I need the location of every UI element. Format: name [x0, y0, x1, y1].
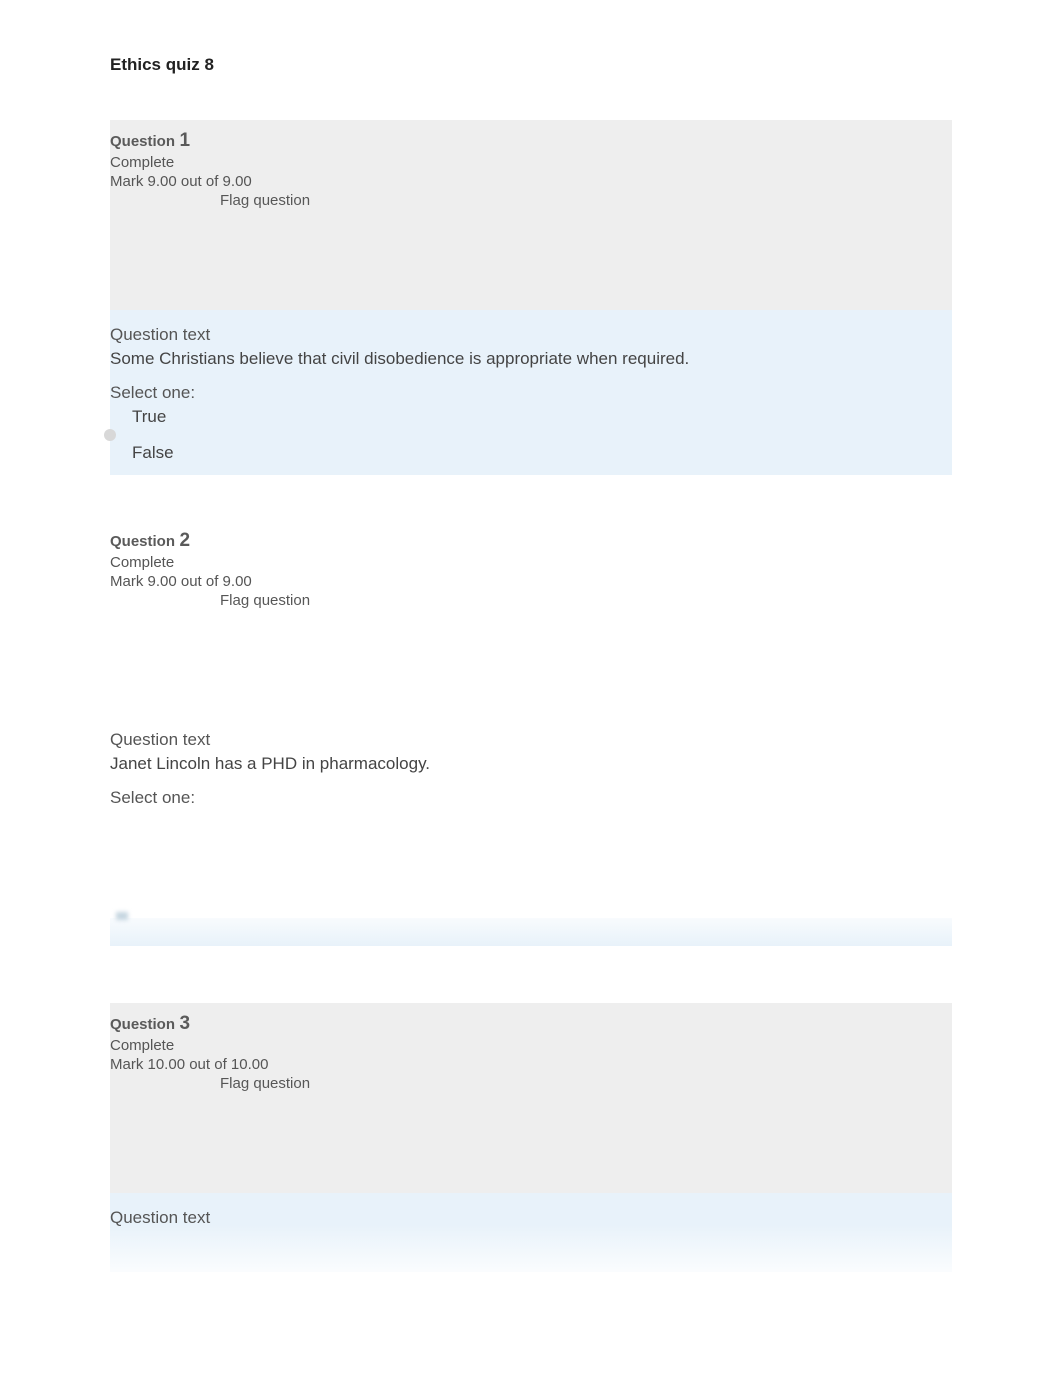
question-mark: Mark 9.00 out of 9.00 [110, 173, 952, 190]
content-blur [110, 1083, 952, 1193]
question-header: Question 3 Complete Mark 10.00 out of 10… [110, 1003, 952, 1193]
question-text-label: Question text [110, 730, 952, 750]
question-body: Question text [110, 1193, 952, 1272]
question-block-1: Question 1 Complete Mark 9.00 out of 9.0… [110, 120, 952, 475]
question-mark: Mark 10.00 out of 10.00 [110, 1056, 952, 1073]
question-header: Question 1 Complete Mark 9.00 out of 9.0… [110, 120, 952, 310]
page-title: Ethics quiz 8 [110, 55, 952, 75]
content-blur [110, 200, 952, 310]
option-true[interactable]: True [110, 407, 952, 427]
question-prompt: Janet Lincoln has a PHD in pharmacology. [110, 754, 952, 774]
question-text-label: Question text [110, 1208, 952, 1228]
option-false-label: False [132, 443, 174, 462]
question-number: 3 [179, 1013, 190, 1034]
select-one-label: Select one: [110, 383, 952, 403]
question-status: Complete [110, 554, 952, 571]
flag-question-link[interactable]: Flag question [110, 192, 952, 209]
question-mark: Mark 9.00 out of 9.00 [110, 573, 952, 590]
select-one-label: Select one: [110, 788, 952, 808]
question-label: Question [110, 133, 175, 150]
question-body: Question text Some Christians believe th… [110, 310, 952, 475]
question-label: Question [110, 533, 175, 550]
question-header: Question 2 Complete Mark 9.00 out of 9.0… [110, 520, 952, 710]
radio-icon [104, 429, 116, 441]
question-status: Complete [110, 154, 952, 171]
flag-question-link[interactable]: Flag question [110, 1075, 952, 1092]
content-blur-band [110, 918, 952, 946]
content-blur [110, 600, 952, 710]
option-true-label: True [132, 407, 166, 426]
question-block-2: Question 2 Complete Mark 9.00 out of 9.0… [110, 520, 952, 958]
question-label: Question [110, 1016, 175, 1033]
option-false[interactable]: False [110, 443, 952, 463]
question-prompt: Some Christians believe that civil disob… [110, 349, 952, 369]
flag-question-link[interactable]: Flag question [110, 592, 952, 609]
question-block-3: Question 3 Complete Mark 10.00 out of 10… [110, 1003, 952, 1272]
question-number: 2 [179, 530, 190, 551]
question-body: Question text Janet Lincoln has a PHD in… [110, 710, 952, 958]
question-text-label: Question text [110, 325, 952, 345]
question-status: Complete [110, 1037, 952, 1054]
question-number: 1 [179, 130, 190, 151]
